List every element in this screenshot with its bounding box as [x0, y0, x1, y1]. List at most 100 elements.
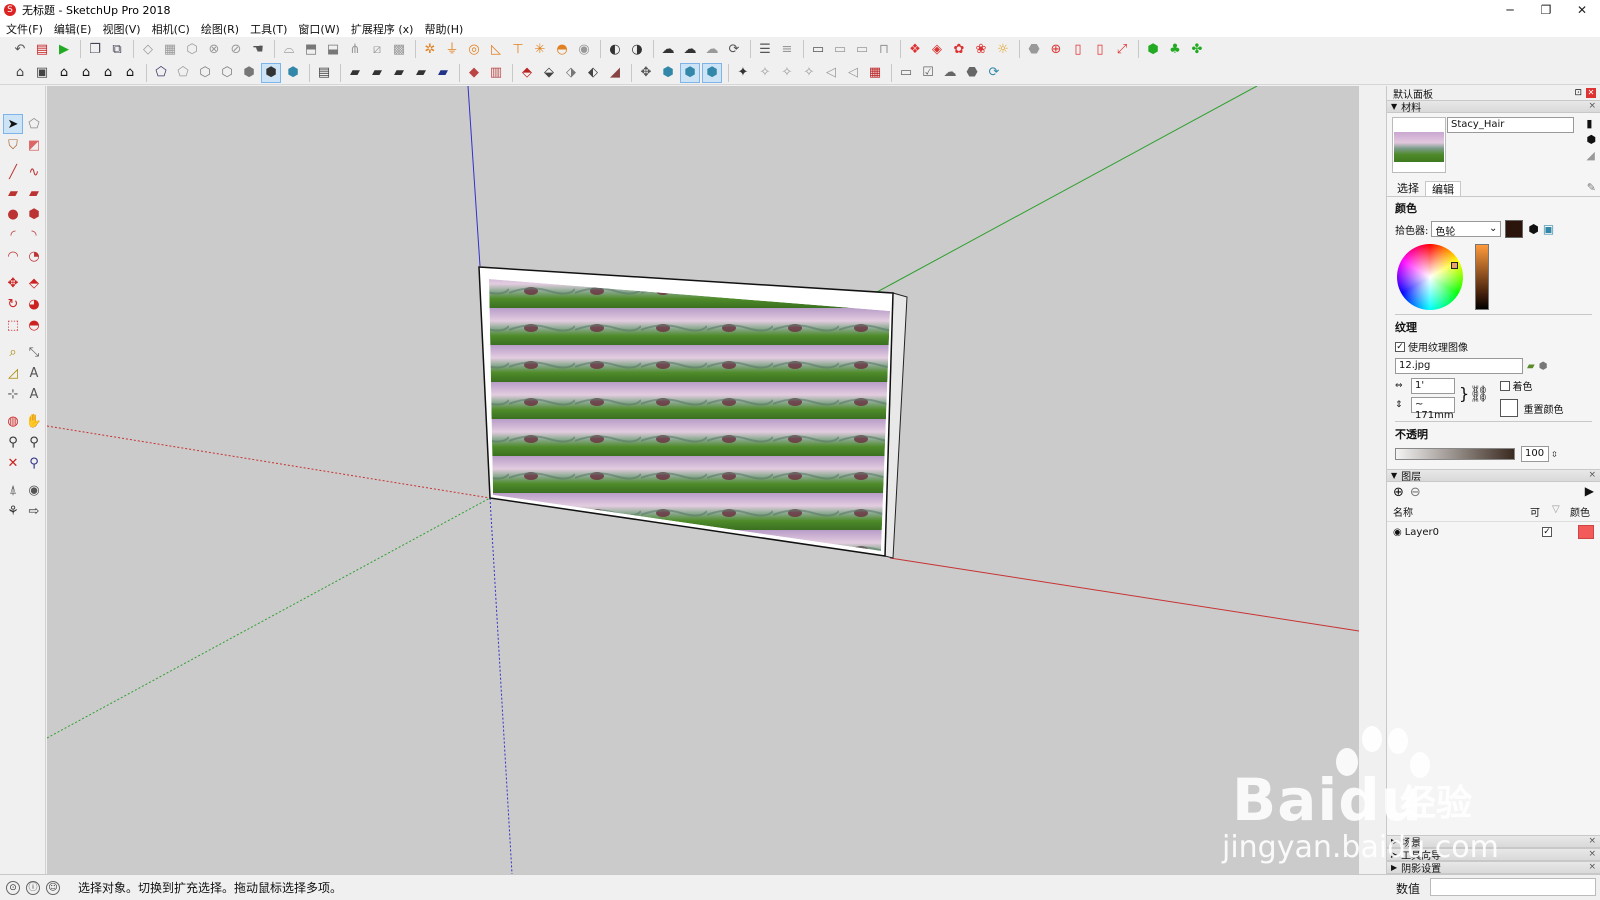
model-viewport[interactable] [47, 86, 1359, 874]
section-plane-tool-icon[interactable]: ⇨ [24, 501, 44, 521]
section-icon-3[interactable]: ⬢ [702, 62, 722, 83]
top-view-icon[interactable]: ▣ [32, 63, 52, 83]
front-view-icon[interactable]: ⌂ [54, 63, 74, 83]
camera-icon-5[interactable]: ◁ [843, 63, 863, 83]
opacity-slider[interactable] [1395, 448, 1515, 460]
dome-icon[interactable]: ◓ [552, 39, 572, 59]
back-view-icon[interactable]: ⌂ [98, 63, 118, 83]
lock-aspect-icon[interactable]: }⛓ [1459, 384, 1490, 403]
layers-tray-header[interactable]: ▼ 图层 × [1387, 469, 1600, 483]
follow-me-icon[interactable]: ◕ [24, 294, 44, 314]
render-icon-4[interactable]: ⬖ [583, 63, 603, 83]
style-settings-icon[interactable]: ◑ [627, 39, 647, 59]
delete-layer-icon[interactable]: ⊖ [1410, 485, 1421, 500]
move-view-icon[interactable]: ✥ [636, 63, 656, 83]
layers-icon[interactable]: ▤ [314, 63, 334, 83]
browse-folder-icon[interactable]: ▰ [1527, 361, 1535, 372]
report-icon[interactable]: ▦ [865, 63, 885, 83]
offset-tool-icon[interactable]: ◓ [24, 315, 44, 335]
solid-tools-icon[interactable]: ✲ [420, 39, 440, 59]
pie-tool-icon[interactable]: ◔ [24, 246, 44, 266]
texture-height-field[interactable]: ~ 171mm [1411, 397, 1455, 421]
axes-icon[interactable]: ⊤ [508, 39, 528, 59]
distribute-icon[interactable]: ≡ [777, 39, 797, 59]
eraser-icon[interactable]: ◩ [24, 135, 44, 155]
xray-icon[interactable]: ▦ [160, 39, 180, 59]
protractor-icon[interactable]: ◺ [486, 39, 506, 59]
active-layer-radio[interactable]: ◉ [1393, 527, 1402, 538]
sandbox-grid-icon[interactable]: ▩ [389, 39, 409, 59]
scene-icon-3[interactable]: ▭ [852, 39, 872, 59]
menu-edit[interactable]: 编辑(E) [54, 21, 92, 37]
material-icon-2[interactable]: ▥ [486, 63, 506, 83]
render-icon-5[interactable]: ◢ [605, 63, 625, 83]
tape-measure-icon[interactable]: ⌕ [3, 342, 23, 362]
use-texture-checkbox[interactable]: ✓ [1395, 341, 1405, 352]
pan-tool-icon[interactable]: ✋ [24, 411, 44, 431]
freehand-tool-icon[interactable]: ∿ [24, 162, 44, 182]
menu-view[interactable]: 视图(V) [102, 21, 140, 37]
cloud-icon-1[interactable]: ☁ [658, 39, 678, 59]
outer-shell-icon[interactable]: ⏚ [442, 39, 462, 59]
layer-col-visible[interactable]: 可 [1530, 504, 1552, 519]
explode-icon[interactable]: ✳ [530, 39, 550, 59]
walk-tool-icon[interactable]: ⚘ [3, 501, 23, 521]
rotate-tool-icon[interactable]: ↻ [3, 294, 23, 314]
make-component-icon[interactable]: ⬠ [24, 114, 44, 134]
geo-icon[interactable]: ▰ [433, 63, 453, 83]
section-plane-icon[interactable]: ◇ [138, 39, 158, 59]
photo-textures-icon[interactable]: ▰ [367, 63, 387, 83]
tab-select[interactable]: 选择 [1391, 181, 1425, 196]
material-thumbnail[interactable] [1392, 117, 1446, 173]
user-icon[interactable]: ☺ [46, 880, 60, 895]
rectangle-tool-icon[interactable]: ▰ [3, 183, 23, 203]
cloud-icon-2[interactable]: ☁ [680, 39, 700, 59]
current-color-swatch[interactable] [1505, 220, 1524, 238]
maximize-button[interactable]: ❐ [1528, 0, 1564, 20]
shaded-textures-icon[interactable]: ⬢ [261, 62, 281, 83]
3d-text-icon[interactable]: A [24, 384, 44, 404]
circle-tool-icon[interactable]: ● [3, 204, 23, 224]
ruby-icon-2[interactable]: ◈ [927, 39, 947, 59]
match-screen-color-icon[interactable]: ▣ [1543, 222, 1554, 236]
line-tool-icon[interactable]: ╱ [3, 162, 23, 182]
cloud-icon-3[interactable]: ☁ [702, 39, 722, 59]
layer-details-icon[interactable]: ▶ [1585, 484, 1594, 498]
material-name-field[interactable]: Stacy_Hair [1447, 117, 1574, 133]
hidden-line-style-icon[interactable]: ⬡ [217, 63, 237, 83]
shaded-style-icon[interactable]: ⬢ [239, 63, 259, 83]
axes-tool-icon[interactable]: ⊹ [3, 384, 23, 404]
monochrome-style-icon[interactable]: ⬢ [283, 63, 303, 83]
tray-close-button[interactable]: ✕ [1586, 88, 1596, 98]
scene-icon-1[interactable]: ▭ [808, 39, 828, 59]
colorize-checkbox[interactable] [1499, 380, 1510, 391]
opacity-spinner-icon[interactable]: ⇳ [1551, 450, 1558, 459]
camera-icon-2[interactable]: ✧ [777, 63, 797, 83]
layer-col-name[interactable]: 名称 [1393, 504, 1530, 519]
refresh-icon[interactable]: ⟳ [984, 63, 1004, 83]
monochrome-icon[interactable]: ⊘ [226, 39, 246, 59]
sandbox-flip-icon[interactable]: ⧄ [367, 39, 387, 59]
ruby-icon-1[interactable]: ❖ [905, 39, 925, 59]
walk-icon[interactable]: ✦ [733, 63, 753, 83]
folder-icon[interactable]: ▭ [896, 63, 916, 83]
camera-icon-1[interactable]: ✧ [755, 63, 775, 83]
model-info-icon[interactable]: ▤ [32, 39, 52, 59]
tab-edit[interactable]: 编辑 [1425, 181, 1461, 196]
xray-style-icon[interactable]: ⬠ [151, 63, 171, 83]
ruby-icon-4[interactable]: ❀ [971, 39, 991, 59]
wireframe-style-icon[interactable]: ⬡ [195, 63, 215, 83]
wireframe-icon[interactable]: ⬡ [182, 39, 202, 59]
color-wheel-marker[interactable] [1451, 262, 1458, 269]
back-edges-icon[interactable]: ⬠ [173, 63, 193, 83]
align-icon[interactable]: ☰ [755, 39, 775, 59]
pdf-icon-3[interactable]: ▯ [1090, 39, 1110, 59]
zoom-tool-icon[interactable]: ⚲ [3, 432, 23, 452]
light-icon[interactable]: ☼ [993, 39, 1013, 59]
component-icon[interactable]: ❐ [85, 39, 105, 59]
sync-icon[interactable]: ⟳ [724, 39, 744, 59]
warehouse-icon[interactable]: ⬢ [1143, 39, 1163, 59]
menu-camera[interactable]: 相机(C) [152, 21, 190, 37]
intersect-icon[interactable]: ◎ [464, 39, 484, 59]
scene-icon-2[interactable]: ▭ [830, 39, 850, 59]
